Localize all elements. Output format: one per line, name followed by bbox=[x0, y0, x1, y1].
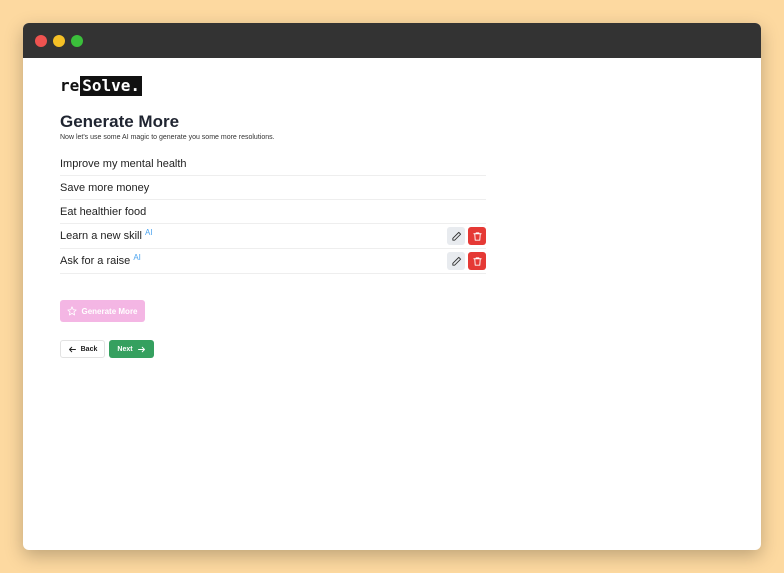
list-item: Ask for a raise AI bbox=[60, 249, 486, 274]
maximize-window-button[interactable] bbox=[71, 35, 83, 47]
arrow-right-icon bbox=[137, 346, 145, 352]
generate-more-label: Generate More bbox=[81, 306, 138, 316]
back-button[interactable]: Back bbox=[60, 340, 105, 358]
list-item: Eat healthier food bbox=[60, 200, 486, 224]
trash-icon bbox=[472, 256, 482, 266]
delete-button[interactable] bbox=[468, 252, 486, 270]
arrow-left-icon bbox=[68, 346, 76, 352]
generate-more-button[interactable]: Generate More bbox=[60, 300, 145, 322]
next-label: Next bbox=[117, 345, 133, 353]
trash-icon bbox=[472, 231, 482, 241]
pencil-icon bbox=[451, 231, 461, 241]
pencil-icon bbox=[451, 256, 461, 266]
edit-button[interactable] bbox=[447, 252, 465, 270]
page-content: re Solve. Generate More Now let's use so… bbox=[60, 58, 761, 550]
resolution-text: Learn a new skill bbox=[60, 230, 142, 242]
edit-button[interactable] bbox=[447, 227, 465, 245]
wizard-navigation: Back Next bbox=[60, 340, 154, 358]
page-subtitle: Now let's use some AI magic to generate … bbox=[60, 134, 275, 141]
resolution-text: Save more money bbox=[60, 181, 150, 194]
page-title: Generate More bbox=[60, 112, 180, 131]
ai-badge: AI bbox=[133, 252, 141, 262]
star-icon bbox=[67, 306, 78, 316]
resolution-text: Eat healthier food bbox=[60, 205, 147, 218]
delete-button[interactable] bbox=[468, 227, 486, 245]
list-item: Improve my mental health bbox=[60, 152, 486, 176]
logo-prefix: re bbox=[60, 76, 80, 95]
title-bar bbox=[23, 23, 761, 58]
list-item: Save more money bbox=[60, 176, 486, 200]
close-window-button[interactable] bbox=[35, 35, 47, 47]
resolution-text: Ask for a raise bbox=[60, 255, 131, 267]
next-button[interactable]: Next bbox=[109, 340, 154, 358]
logo: re Solve. bbox=[60, 76, 143, 96]
back-label: Back bbox=[80, 345, 98, 353]
resolution-text: Improve my mental health bbox=[60, 157, 187, 170]
ai-badge: AI bbox=[144, 227, 153, 237]
minimize-window-button[interactable] bbox=[53, 35, 65, 47]
browser-window: re Solve. Generate More Now let's use so… bbox=[23, 23, 761, 550]
resolution-list: Improve my mental health Save more money… bbox=[60, 152, 486, 274]
logo-main: Solve. bbox=[80, 76, 143, 96]
list-item: Learn a new skill AI bbox=[60, 224, 486, 249]
